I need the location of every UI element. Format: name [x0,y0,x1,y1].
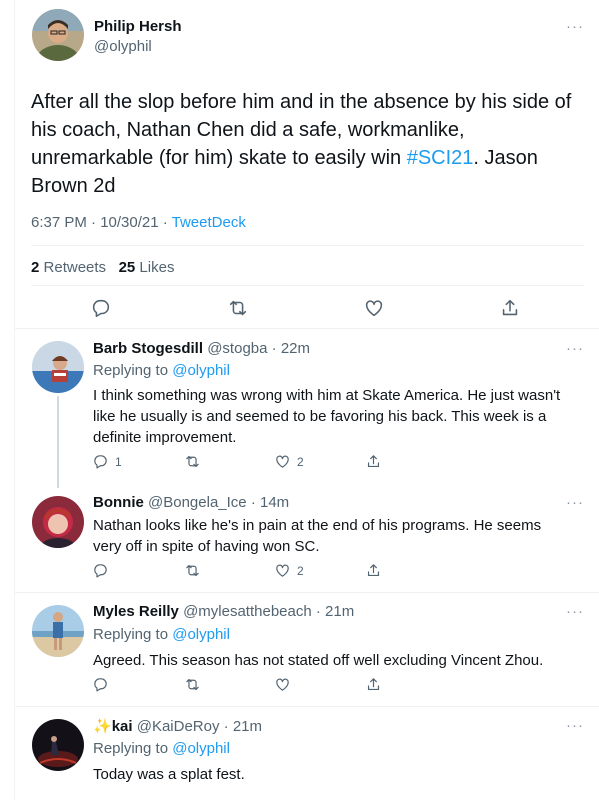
retweet-button[interactable] [184,676,201,693]
tweet-stats: 2 Retweets 25 Likes [31,259,174,276]
hashtag-link[interactable]: #SCI21 [407,147,474,169]
reply-button[interactable] [92,562,109,579]
reply-author-name[interactable]: Barb Stogesdill [93,340,203,357]
separator: · [311,603,326,620]
thread-line [57,396,59,488]
reply-text: Today was a splat fest. [93,766,245,783]
reply-header: Barb Stogesdill @stogba · 22m [93,340,310,357]
more-icon[interactable]: ··· [566,603,584,620]
like-button[interactable] [274,676,291,693]
tweet-meta: 6:37 PM · 10/30/21 · TweetDeck [31,214,246,231]
reply-time[interactable]: 14m [260,494,289,511]
reply-author-handle[interactable]: @mylesatthebeach [183,603,312,620]
reply-header: ✨kai @KaiDeRoy · 21m [93,717,262,735]
share-icon [367,564,380,577]
reply-author-name-text: kai [111,718,133,735]
reply-author-name[interactable]: Myles Reilly [93,603,179,620]
likes-label: Likes [139,259,175,276]
reply-text: Nathan looks like he's in pain at the en… [93,517,542,555]
share-icon [367,455,380,468]
more-icon[interactable]: ··· [566,717,584,734]
replying-to-link[interactable]: @olyphil [172,740,230,757]
replying-label: Replying to [93,626,173,643]
tweet-source-link[interactable]: TweetDeck [172,214,246,231]
share-button[interactable] [365,453,382,470]
replying-to: Replying to @olyphil [93,740,230,757]
likes-stat[interactable]: 25 Likes [119,259,175,276]
avatar[interactable] [32,719,84,771]
more-icon[interactable]: ··· [566,494,584,511]
avatar[interactable] [32,9,84,61]
author-handle[interactable]: @olyphil [94,38,152,55]
like-count: 2 [297,454,304,469]
like-icon [276,455,289,468]
reply-button[interactable] [92,676,109,693]
reply-icon [94,455,107,469]
replying-label: Replying to [93,362,173,379]
retweets-stat[interactable]: 2 Retweets [31,259,106,276]
reply-text: Agreed. This season has not stated off w… [93,652,544,669]
tweet-text: After all the slop before him and in the… [31,88,576,200]
retweet-icon[interactable] [227,297,249,319]
retweet-button[interactable] [184,562,201,579]
like-icon[interactable] [363,297,385,319]
retweet-icon [186,455,199,468]
retweets-count: 2 [31,259,40,276]
share-icon[interactable] [499,297,521,319]
divider [14,592,599,593]
reply-count: 1 [115,454,122,469]
avatar[interactable] [32,496,84,548]
retweets-label: Retweets [43,259,107,276]
reply-author-name[interactable]: Bonnie [93,494,144,511]
reply-button[interactable]: 1 [92,453,122,470]
like-button[interactable]: 2 [274,562,304,579]
reply-author-handle[interactable]: @KaiDeRoy [137,718,220,735]
divider [14,706,599,707]
retweet-icon [186,678,199,691]
replying-label: Replying to [93,740,173,757]
replying-to-link[interactable]: @olyphil [172,626,230,643]
like-icon [276,678,289,691]
reply-icon[interactable] [90,297,112,319]
reply-author-name[interactable]: ✨kai [93,718,133,735]
more-icon[interactable]: ··· [566,340,584,357]
reply-text: I think something was wrong with him at … [93,387,561,446]
avatar[interactable] [32,341,84,393]
reply-header: Bonnie @Bongela_Ice · 14m [93,494,289,511]
reply-author-handle[interactable]: @Bongela_Ice [148,494,247,511]
likes-count: 25 [118,259,136,276]
reply-author-handle[interactable]: @stogba [207,340,267,357]
retweet-icon [186,564,199,577]
reply-icon [94,678,107,692]
replying-to: Replying to @olyphil [93,626,230,643]
sparkles-icon: ✨ [93,718,112,735]
reply-time[interactable]: 21m [325,603,354,620]
separator: · [246,494,260,511]
separator: · [219,718,233,735]
like-icon [276,564,289,577]
divider [31,285,584,286]
replying-to-link[interactable]: @olyphil [172,362,230,379]
share-button[interactable] [365,562,382,579]
separator: · [267,340,281,357]
reply-icon [94,564,107,578]
share-button[interactable] [365,676,382,693]
divider [31,245,584,246]
divider [14,328,599,329]
like-count: 2 [297,563,304,578]
author-name[interactable]: Philip Hersh [94,18,182,35]
tweet-timestamp[interactable]: 6:37 PM · 10/30/21 · [31,214,172,231]
reply-header: Myles Reilly @mylesatthebeach · 21m [93,603,354,620]
like-button[interactable]: 2 [274,453,304,470]
share-icon [367,678,380,691]
reply-time[interactable]: 22m [281,340,310,357]
retweet-button[interactable] [184,453,201,470]
replying-to: Replying to @olyphil [93,362,230,379]
avatar[interactable] [32,605,84,657]
more-icon[interactable]: ··· [566,18,584,35]
reply-time[interactable]: 21m [233,718,262,735]
